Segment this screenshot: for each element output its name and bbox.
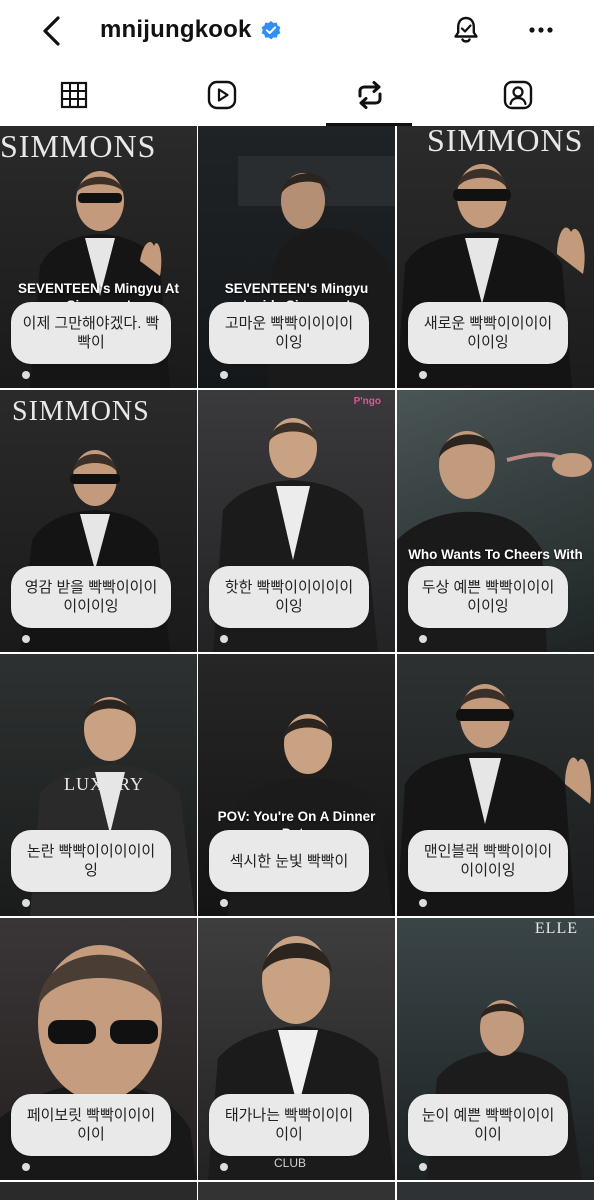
post-caption-bubble: 맨인블랙 빡빡이이이이이이잉 [408, 830, 568, 892]
post-tile[interactable] [397, 1182, 594, 1200]
post-tile[interactable]: P'ngo 핫한 빡빡이이이이이이잉 [198, 390, 395, 652]
post-caption-bubble: 섹시한 눈빛 빡빡이 [209, 830, 369, 892]
profile-header: mnijungkook [0, 0, 594, 64]
background-text: SIMMONS [0, 128, 157, 164]
post-tile[interactable]: LUXURY 논란 빡빡이이이이이잉 [0, 654, 197, 916]
bubble-tail [419, 635, 427, 643]
post-tile[interactable]: SIMMONS SEVENTEEN's Mingyu At Simmons' 이… [0, 126, 197, 388]
post-caption-bubble: 핫한 빡빡이이이이이이잉 [209, 566, 369, 628]
brand-logo: P'ngo [353, 396, 381, 407]
bubble-tail [220, 1163, 228, 1171]
reposts-grid: SIMMONS SEVENTEEN's Mingyu At Simmons' 이… [0, 126, 594, 1200]
post-tile[interactable]: 페이보릿 빡빡이이이이이 [0, 918, 197, 1180]
post-tile[interactable]: Who Wants To Cheers With Mingyu? 두상 예쁜 빡… [397, 390, 594, 652]
bubble-tail [419, 899, 427, 907]
grid-icon [60, 81, 88, 109]
bubble-tail [220, 899, 228, 907]
bubble-tail [22, 371, 30, 379]
bubble-tail [419, 371, 427, 379]
post-caption-bubble: 눈이 예쁜 빡빡이이이이이 [408, 1094, 568, 1156]
bubble-tail [220, 635, 228, 643]
post-tile[interactable]: SEVENTEEN's Mingyu Inside Simmons' 고마운 빡… [198, 126, 395, 388]
post-tile[interactable] [0, 1182, 197, 1200]
bubble-tail [22, 899, 30, 907]
bubble-tail [22, 635, 30, 643]
background-text: SIMMONS [12, 396, 150, 427]
notification-bell-icon[interactable] [450, 14, 482, 46]
post-caption-bubble: 새로운 빡빡이이이이이이잉 [408, 302, 568, 364]
tab-reels[interactable] [148, 64, 296, 126]
tab-reposts[interactable] [296, 64, 444, 126]
background-text: ELLE [534, 920, 578, 937]
bubble-tail [220, 371, 228, 379]
post-tile[interactable]: SIMMONS 영감 받을 빡빡이이이이이이잉 [0, 390, 197, 652]
profile-tabs [0, 64, 594, 126]
post-caption-bubble: 태가나는 빡빡이이이이이 [209, 1094, 369, 1156]
post-caption-bubble: 두상 예쁜 빡빡이이이이이잉 [408, 566, 568, 628]
post-caption-bubble: 이제 그만해야겠다. 빡빡이 [11, 302, 171, 364]
post-tile[interactable]: 맨인블랙 빡빡이이이이이이잉 [397, 654, 594, 916]
post-tile[interactable]: ELLE 눈이 예쁜 빡빡이이이이이 [397, 918, 594, 1180]
bubble-tail [419, 1163, 427, 1171]
post-caption-bubble: 논란 빡빡이이이이이잉 [11, 830, 171, 892]
brand-logo: CLUB [274, 1156, 307, 1170]
post-caption-bubble: 페이보릿 빡빡이이이이이 [11, 1094, 171, 1156]
profile-username[interactable]: mnijungkook [100, 16, 252, 44]
post-tile[interactable]: SIMMONS 새로운 빡빡이이이이이이잉 [397, 126, 594, 388]
post-tile[interactable]: CLUB 태가나는 빡빡이이이이이 [198, 918, 395, 1180]
back-arrow-icon[interactable] [38, 14, 68, 48]
more-options-icon[interactable] [526, 18, 556, 42]
post-caption-bubble: 영감 받을 빡빡이이이이이이잉 [11, 566, 171, 628]
tab-grid[interactable] [0, 64, 148, 126]
repost-icon [358, 81, 382, 109]
tab-tagged[interactable] [444, 64, 592, 126]
post-caption-bubble: 고마운 빡빡이이이이이잉 [209, 302, 369, 364]
post-tile[interactable] [198, 1182, 395, 1200]
tagged-person-icon [503, 80, 533, 110]
verified-badge-icon [260, 19, 282, 41]
post-tile[interactable]: POV: You're On A Dinner Date 섹시한 눈빛 빡빡이 [198, 654, 395, 916]
background-text: LUXURY [64, 774, 145, 794]
bubble-tail [22, 1163, 30, 1171]
reels-icon [207, 80, 237, 110]
